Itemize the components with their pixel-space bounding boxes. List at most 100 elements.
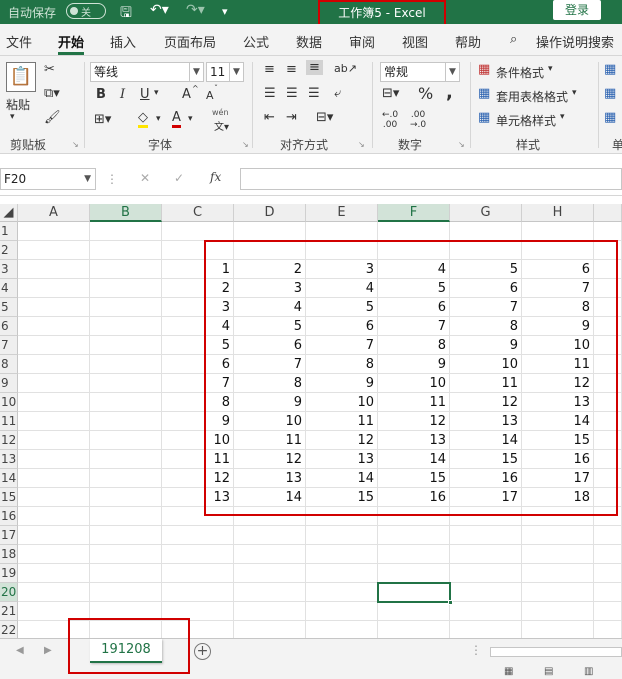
cell-a7[interactable]	[18, 336, 90, 355]
align-right-icon[interactable]: ☰	[308, 86, 320, 101]
cell-a11[interactable]	[18, 412, 90, 431]
column-header-e[interactable]: E	[306, 204, 378, 222]
format-painter-icon[interactable]: 🖌	[44, 110, 61, 125]
font-color-dropdown-icon[interactable]: ▾	[188, 114, 193, 124]
chevron-down-icon[interactable]: ▾	[572, 88, 577, 98]
select-all-corner[interactable]: ◢	[0, 204, 18, 222]
cell-c18[interactable]	[162, 545, 234, 564]
cell-a19[interactable]	[18, 564, 90, 583]
cell-a2[interactable]	[18, 241, 90, 260]
horizontal-scrollbar[interactable]	[490, 647, 622, 657]
cell-a5[interactable]	[18, 298, 90, 317]
row-header-18[interactable]: 18	[0, 545, 18, 564]
page-break-view-icon[interactable]: ▥	[584, 666, 593, 677]
cell-d22[interactable]	[234, 621, 306, 638]
cell-b14[interactable]	[90, 469, 162, 488]
row-header-22[interactable]: 22	[0, 621, 18, 638]
autosave-toggle[interactable]: 关	[66, 3, 106, 19]
column-header-g[interactable]: G	[450, 204, 522, 222]
cell-a17[interactable]	[18, 526, 90, 545]
cell-b9[interactable]	[90, 374, 162, 393]
comma-style-button[interactable]: ,	[446, 82, 453, 103]
cell-d1[interactable]	[234, 222, 306, 241]
cell-b10[interactable]	[90, 393, 162, 412]
row-header-11[interactable]: 11	[0, 412, 18, 431]
cell-a4[interactable]	[18, 279, 90, 298]
login-button[interactable]: 登录	[553, 0, 601, 20]
scroll-right-icon[interactable]: ▶	[44, 645, 52, 656]
scroll-left-icon[interactable]: ◀	[16, 645, 24, 656]
row-header-12[interactable]: 12	[0, 431, 18, 450]
formula-input[interactable]	[240, 168, 622, 190]
format-cells-icon[interactable]: ▦	[604, 110, 616, 125]
tab-page-layout[interactable]: 页面布局	[164, 32, 216, 51]
cell-g1[interactable]	[450, 222, 522, 241]
cell-styles-button[interactable]: 单元格样式	[496, 112, 556, 129]
cell-c17[interactable]	[162, 526, 234, 545]
format-as-table-button[interactable]: 套用表格格式	[496, 88, 568, 105]
cell-a9[interactable]	[18, 374, 90, 393]
fill-color-dropdown-icon[interactable]: ▾	[156, 114, 161, 124]
cell-e17[interactable]	[306, 526, 378, 545]
conditional-format-icon[interactable]: ▦	[478, 62, 490, 77]
cell-b7[interactable]	[90, 336, 162, 355]
underline-dropdown-icon[interactable]: ▾	[154, 88, 159, 98]
row-header-20[interactable]: 20	[0, 583, 18, 602]
fill-handle[interactable]	[448, 600, 453, 605]
align-bottom-icon[interactable]: ≡	[306, 60, 323, 75]
cell-f18[interactable]	[378, 545, 450, 564]
row-header-10[interactable]: 10	[0, 393, 18, 412]
cell-e21[interactable]	[306, 602, 378, 621]
row-header-16[interactable]: 16	[0, 507, 18, 526]
cell-b8[interactable]	[90, 355, 162, 374]
row-header-21[interactable]: 21	[0, 602, 18, 621]
merge-center-icon[interactable]: ⊟▾	[316, 110, 333, 125]
column-header-c[interactable]: C	[162, 204, 234, 222]
cancel-icon[interactable]: ✕	[140, 171, 150, 185]
cell-a15[interactable]	[18, 488, 90, 507]
row-header-19[interactable]: 19	[0, 564, 18, 583]
cell-h19[interactable]	[522, 564, 594, 583]
cell-b2[interactable]	[90, 241, 162, 260]
tab-review[interactable]: 审阅	[349, 32, 375, 51]
redo-icon[interactable]: ↷▾	[186, 2, 205, 18]
name-box[interactable]: F20 ▼	[0, 168, 96, 190]
worksheet-grid[interactable]: ◢ ABCDEFGH123123456423456753456786456789…	[0, 204, 622, 638]
cell-b19[interactable]	[90, 564, 162, 583]
cell-h21[interactable]	[522, 602, 594, 621]
row-header-17[interactable]: 17	[0, 526, 18, 545]
row-header-2[interactable]: 2	[0, 241, 18, 260]
cell-b4[interactable]	[90, 279, 162, 298]
chevron-down-icon[interactable]: ▾	[548, 64, 553, 74]
cell-a1[interactable]	[18, 222, 90, 241]
row-header-4[interactable]: 4	[0, 279, 18, 298]
align-middle-icon[interactable]: ≡	[286, 62, 297, 77]
paste-icon[interactable]: 📋	[6, 62, 36, 92]
conditional-format-button[interactable]: 条件格式	[496, 64, 544, 81]
confirm-icon[interactable]: ✓	[174, 171, 184, 185]
row-header-7[interactable]: 7	[0, 336, 18, 355]
cell-d21[interactable]	[234, 602, 306, 621]
cell-f1[interactable]	[378, 222, 450, 241]
cell-a8[interactable]	[18, 355, 90, 374]
cell-f19[interactable]	[378, 564, 450, 583]
cell-d19[interactable]	[234, 564, 306, 583]
align-left-icon[interactable]: ☰	[264, 86, 276, 101]
tab-data[interactable]: 数据	[296, 32, 322, 51]
cell-a13[interactable]	[18, 450, 90, 469]
column-header-a[interactable]: A	[18, 204, 90, 222]
paste-dropdown-icon[interactable]: ▾	[10, 112, 15, 122]
number-format-select[interactable]: 常规 ▼	[380, 62, 460, 82]
cell-e1[interactable]	[306, 222, 378, 241]
phonetic-guide-icon[interactable]: wén	[212, 108, 229, 117]
align-top-icon[interactable]: ≡	[264, 62, 275, 77]
add-sheet-icon[interactable]: +	[194, 643, 211, 660]
cell-f22[interactable]	[378, 621, 450, 638]
tell-me-search[interactable]: 操作说明搜索	[536, 32, 614, 51]
cell-d17[interactable]	[234, 526, 306, 545]
underline-button[interactable]: U	[140, 87, 150, 102]
insert-cells-icon[interactable]: ▦	[604, 62, 616, 77]
column-header-h[interactable]: H	[522, 204, 594, 222]
align-center-icon[interactable]: ☰	[286, 86, 298, 101]
insert-function-icon[interactable]: fx	[210, 170, 221, 184]
